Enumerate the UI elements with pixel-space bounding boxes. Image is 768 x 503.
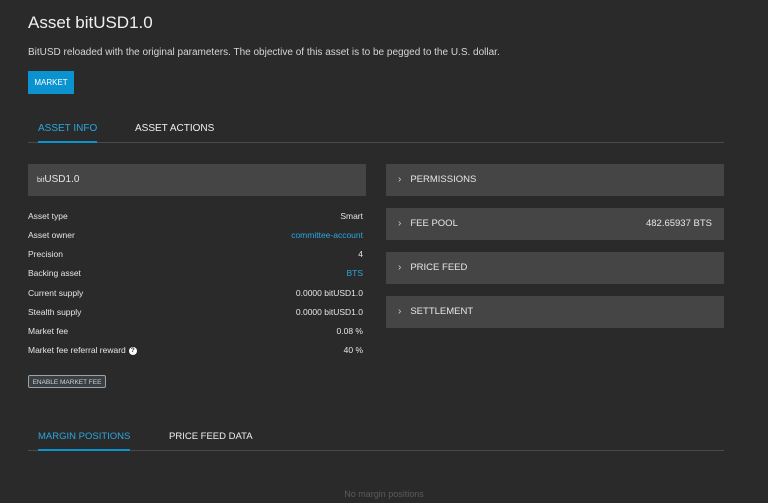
market-button[interactable]: MARKET (28, 71, 74, 94)
info-value: 4 (358, 249, 363, 259)
asset-owner-link[interactable]: committee-account (291, 230, 363, 240)
enable-market-fee-button[interactable]: ENABLE MARKET FEE (28, 375, 106, 388)
info-label: Market fee (28, 326, 69, 336)
panel-permissions[interactable]: › PERMISSIONS (386, 164, 724, 196)
panel-fee-pool[interactable]: › FEE POOL 482.65937 BTS (386, 208, 724, 240)
info-value: Smart (340, 211, 363, 221)
asset-page: Asset bitUSD1.0 BitUSD reloaded with the… (0, 0, 768, 503)
asset-tabs: ASSET INFO ASSET ACTIONS (28, 116, 724, 143)
info-label: Precision (28, 249, 63, 259)
info-row-asset-type: Asset type Smart (28, 209, 363, 223)
panel-label: PERMISSIONS (410, 174, 477, 185)
info-label: Current supply (28, 288, 84, 298)
info-value: 0.0000 bitUSD1.0 (295, 307, 363, 317)
panel-price-feed[interactable]: › PRICE FEED (386, 252, 724, 284)
backing-asset-link[interactable]: BTS (346, 268, 363, 278)
info-value: 0.0000 bitUSD1.0 (295, 288, 363, 298)
chevron-right-icon: › (398, 174, 402, 185)
info-label-wrap: Market fee referral reward? (28, 345, 137, 355)
info-row-referral-reward: Market fee referral reward? 40 % (28, 343, 363, 357)
panel-label: FEE POOL (410, 218, 458, 229)
panel-settlement[interactable]: › SETTLEMENT (386, 296, 724, 328)
tab-margin-positions[interactable]: MARGIN POSITIONS (38, 424, 131, 451)
asset-name-box: bitUSD1.0 (28, 164, 366, 196)
info-row-precision: Precision 4 (28, 247, 363, 261)
tab-price-feed-data[interactable]: PRICE FEED DATA (169, 424, 253, 450)
info-label: Stealth supply (28, 307, 82, 317)
info-row-asset-owner: Asset owner committee-account (28, 228, 363, 242)
tab-asset-info[interactable]: ASSET INFO (38, 116, 98, 143)
info-value: 0.08 % (336, 326, 363, 336)
panel-label: SETTLEMENT (410, 306, 474, 317)
page-title: Asset bitUSD1.0 (28, 13, 153, 32)
chevron-right-icon: › (398, 218, 402, 229)
empty-state-message: No margin positions (344, 489, 424, 499)
info-label: Backing asset (28, 268, 81, 278)
fee-pool-value: 482.65937 BTS (645, 218, 712, 229)
asset-name: USD1.0 (44, 174, 80, 185)
info-row-stealth-supply: Stealth supply 0.0000 bitUSD1.0 (28, 305, 363, 319)
info-label: Asset owner (28, 230, 75, 240)
panel-label: PRICE FEED (410, 262, 468, 273)
info-value: 40 % (343, 345, 363, 355)
chevron-right-icon: › (398, 306, 402, 317)
help-icon[interactable]: ? (128, 346, 137, 355)
chevron-right-icon: › (398, 262, 402, 273)
info-row-market-fee: Market fee 0.08 % (28, 324, 363, 338)
info-row-current-supply: Current supply 0.0000 bitUSD1.0 (28, 286, 363, 300)
info-row-backing-asset: Backing asset BTS (28, 266, 363, 280)
asset-description: BitUSD reloaded with the original parame… (28, 47, 500, 58)
info-label: Asset type (28, 211, 68, 221)
tab-asset-actions[interactable]: ASSET ACTIONS (135, 116, 214, 142)
info-label: Market fee referral reward (28, 345, 126, 355)
bottom-tabs: MARGIN POSITIONS PRICE FEED DATA (28, 424, 724, 451)
